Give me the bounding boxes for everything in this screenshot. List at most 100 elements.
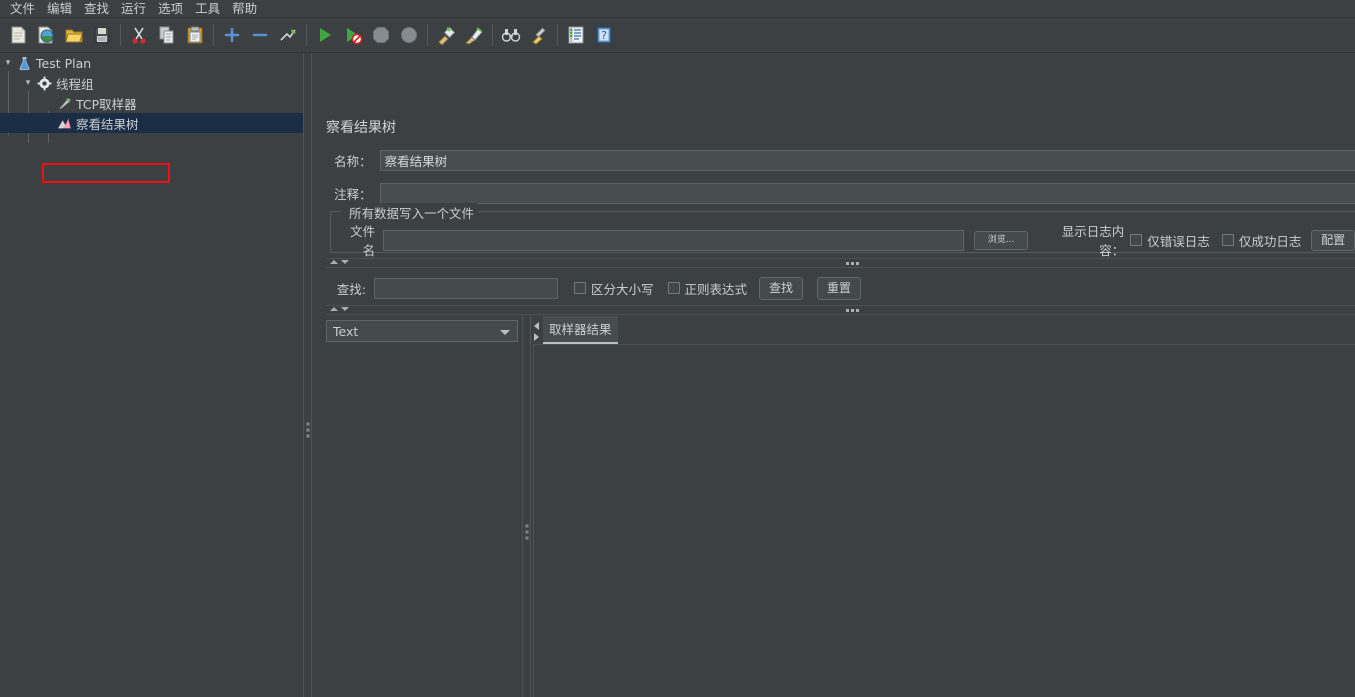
filename-input[interactable] [383, 229, 965, 251]
tab-sampler-result[interactable]: 取样器结果 [543, 316, 618, 344]
page-title: 察看结果树 [326, 120, 396, 136]
menu-item-tools[interactable]: 工具 [189, 0, 226, 18]
open-folder-icon[interactable] [61, 22, 87, 48]
copy-icon[interactable] [154, 22, 180, 48]
write-all-data-group-title: 所有数据写入一个文件 [345, 203, 479, 222]
errors-only-checkbox[interactable]: 仅错误日志 [1130, 231, 1210, 250]
case-sensitive-label: 区分大小写 [591, 281, 654, 297]
main-vertical-splitter[interactable] [303, 53, 312, 697]
clear-icon[interactable] [433, 22, 459, 48]
save-icon[interactable] [89, 22, 115, 48]
tree-node-label: 察看结果树 [76, 116, 139, 132]
comment-field-row: 注释： [326, 182, 1355, 204]
test-plan-icon [16, 55, 32, 71]
name-input[interactable] [379, 149, 1355, 171]
results-tree-list[interactable] [326, 345, 518, 675]
selection-highlight-box [42, 163, 170, 183]
toolbar-separator [120, 24, 121, 46]
tree-node-tcp-sampler[interactable]: TCP取样器 [0, 93, 303, 113]
splitter-grip[interactable] [525, 524, 529, 542]
successes-only-checkbox[interactable]: 仅成功日志 [1221, 231, 1302, 250]
tree-node-view-results-tree[interactable]: 察看结果树 [0, 113, 303, 133]
chevron-up-icon[interactable] [330, 260, 338, 264]
tree-node-label: Test Plan [36, 55, 92, 71]
results-vertical-splitter[interactable] [522, 317, 531, 697]
clear-all-icon[interactable] [461, 22, 487, 48]
chevron-down-icon[interactable]: ▾ [0, 53, 16, 73]
menu-item-edit[interactable]: 编辑 [41, 0, 78, 18]
filename-row: 文件名 浏览... 显示日志内容： 仅错误日志 仅成功日志 配置 [338, 224, 1355, 258]
menu-item-help[interactable]: 帮助 [226, 0, 263, 18]
menu-item-options[interactable]: 选项 [152, 0, 189, 18]
chevron-down-icon[interactable] [341, 260, 349, 264]
chevron-up-icon[interactable] [330, 307, 338, 311]
case-sensitive-checkbox[interactable]: 区分大小写 [574, 279, 654, 298]
toggle-icon[interactable] [275, 22, 301, 48]
tree-node-thread-group[interactable]: ▾ 线程组 [0, 73, 303, 93]
menu-bar: 文件 编辑 查找 运行 选项 工具 帮助 [0, 0, 1355, 18]
search-input[interactable] [374, 277, 558, 299]
horizontal-splitter-bottom[interactable] [326, 305, 1355, 315]
checkbox-box[interactable] [1130, 234, 1143, 246]
test-plan-tree[interactable]: ▾ Test Plan ▾ 线程组 TCP取样器 察看结果树 [0, 53, 303, 697]
render-type-dropdown[interactable]: Text [326, 320, 518, 342]
horizontal-splitter-top[interactable] [326, 258, 1355, 268]
collapse-minus-icon[interactable] [247, 22, 273, 48]
chevron-left-icon[interactable] [534, 321, 539, 330]
tree-node-test-plan[interactable]: ▾ Test Plan [0, 53, 303, 73]
toolbar-separator [427, 24, 428, 46]
help-icon[interactable]: ? [591, 22, 617, 48]
tcp-sampler-icon [56, 95, 72, 111]
menu-item-search[interactable]: 查找 [78, 0, 115, 18]
expand-plus-icon[interactable] [219, 22, 245, 48]
splitter-arrows[interactable] [330, 260, 349, 264]
reset-button[interactable]: 重置 [817, 276, 862, 300]
search-row: 查找: 区分大小写 正则表达式 查找 重置 [326, 276, 862, 300]
checkbox-box[interactable] [1221, 234, 1234, 246]
chevron-down-icon[interactable] [341, 307, 349, 311]
search-reset-broom-icon[interactable] [526, 22, 552, 48]
regexp-label: 正则表达式 [684, 281, 748, 297]
main-split: ▾ Test Plan ▾ 线程组 TCP取样器 察看结果树 察看结果树 名称：… [0, 53, 1355, 697]
menu-item-run[interactable]: 运行 [115, 0, 152, 18]
errors-only-label: 仅错误日志 [1147, 233, 1210, 249]
splitter-arrows[interactable] [330, 307, 349, 311]
tab-scroll-arrows[interactable] [534, 318, 541, 344]
start-no-pauses-icon[interactable] [340, 22, 366, 48]
splitter-grip[interactable] [306, 422, 311, 440]
sampler-result-content[interactable] [533, 344, 1355, 697]
toolbar-separator [557, 24, 558, 46]
thread-group-icon [36, 75, 52, 91]
chevron-down-icon[interactable] [500, 330, 510, 335]
splitter-grip[interactable] [846, 309, 859, 312]
svg-text:?: ? [601, 29, 607, 42]
tree-node-label: TCP取样器 [76, 96, 137, 112]
comment-label: 注释： [334, 186, 372, 202]
tree-node-label: 线程组 [56, 76, 94, 92]
paste-icon[interactable] [182, 22, 208, 48]
chevron-right-icon[interactable] [534, 332, 539, 341]
search-label: 查找: [336, 281, 366, 297]
checkbox-box[interactable] [574, 282, 586, 294]
regexp-checkbox[interactable]: 正则表达式 [667, 279, 748, 298]
shutdown-icon[interactable] [396, 22, 422, 48]
templates-icon[interactable] [33, 22, 59, 48]
comment-input[interactable] [379, 182, 1355, 204]
menu-item-file[interactable]: 文件 [4, 0, 41, 18]
stop-icon[interactable] [368, 22, 394, 48]
new-file-icon[interactable] [5, 22, 31, 48]
chevron-down-icon[interactable]: ▾ [20, 73, 36, 93]
function-helper-icon[interactable] [563, 22, 589, 48]
browse-button[interactable]: 浏览... [974, 230, 1028, 250]
render-type-value: Text [333, 323, 359, 339]
search-binoculars-icon[interactable] [498, 22, 524, 48]
splitter-grip[interactable] [846, 262, 859, 265]
configure-button[interactable]: 配置 [1311, 229, 1355, 251]
search-button[interactable]: 查找 [759, 276, 804, 300]
cut-icon[interactable] [126, 22, 152, 48]
name-label: 名称： [334, 153, 372, 169]
toolbar-separator [492, 24, 493, 46]
start-icon[interactable] [312, 22, 338, 48]
successes-only-label: 仅成功日志 [1238, 233, 1302, 249]
checkbox-box[interactable] [667, 282, 680, 294]
